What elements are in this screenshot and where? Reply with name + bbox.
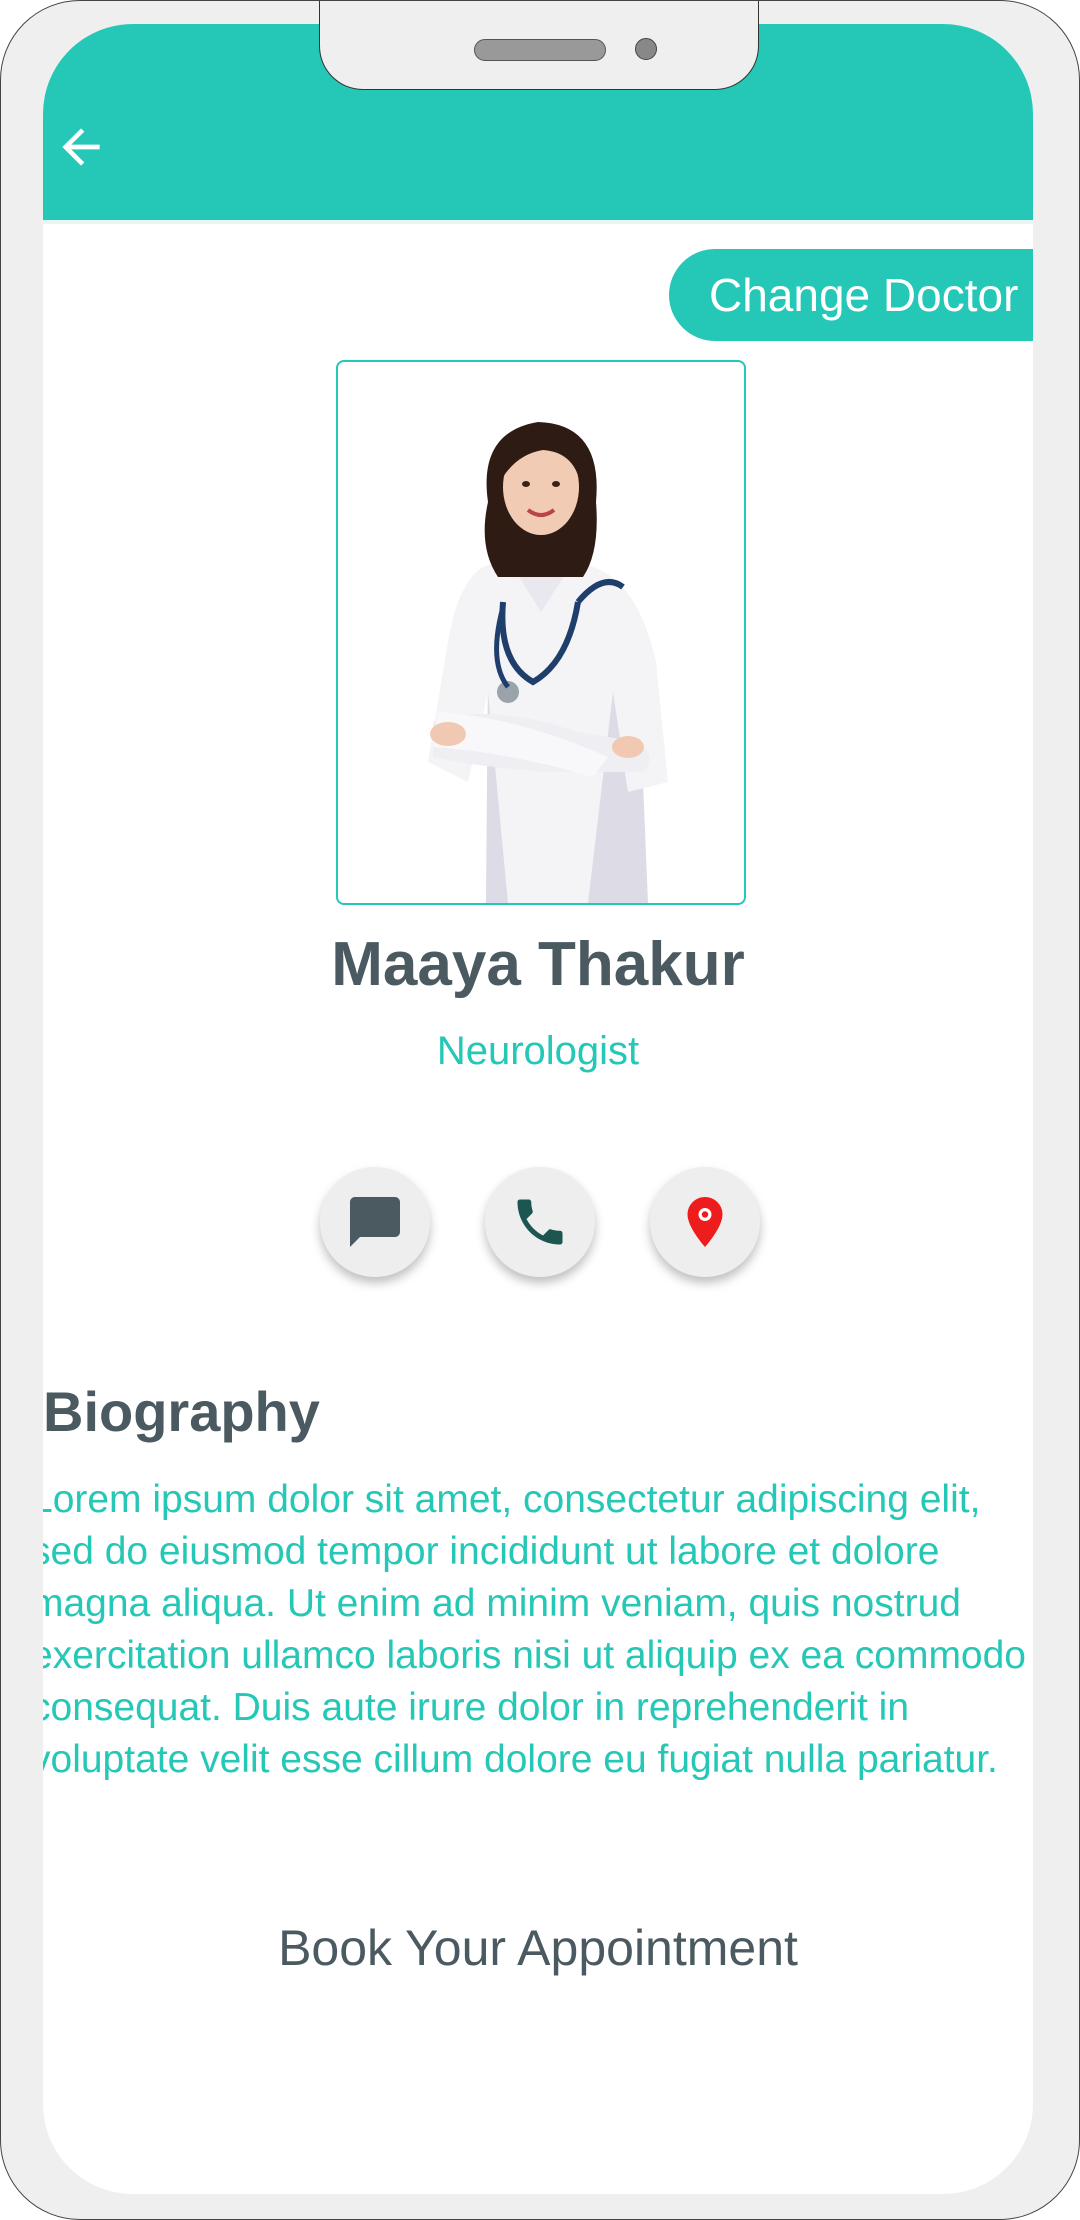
call-button[interactable] [485,1167,595,1277]
front-camera [635,38,657,60]
change-doctor-button[interactable]: Change Doctor [669,249,1033,341]
chat-button[interactable] [320,1167,430,1277]
book-appointment-button[interactable]: Book Your Appointment [43,1919,1033,1977]
doctor-specialty: Neurologist [436,1029,640,1073]
app-screen: Change Doctor Maaya Thakur Neurologist B… [43,24,1033,2194]
biography-heading: Biography [43,1380,320,1443]
phone-notch [319,1,759,90]
speaker-grille [474,39,606,61]
doctor-name: Maaya Thakur [331,930,745,999]
phone-frame: Change Doctor Maaya Thakur Neurologist B… [0,0,1080,2220]
arrow-left-icon[interactable] [53,119,109,175]
phone-icon [517,1199,563,1245]
location-pin-icon [687,1197,723,1247]
biography-text: Lorem ipsum dolor sit amet, consectetur … [43,1478,1026,1781]
location-button[interactable] [650,1167,760,1277]
doctor-photo [336,360,746,905]
doctor-illustration [428,422,668,903]
chat-icon [350,1197,400,1247]
